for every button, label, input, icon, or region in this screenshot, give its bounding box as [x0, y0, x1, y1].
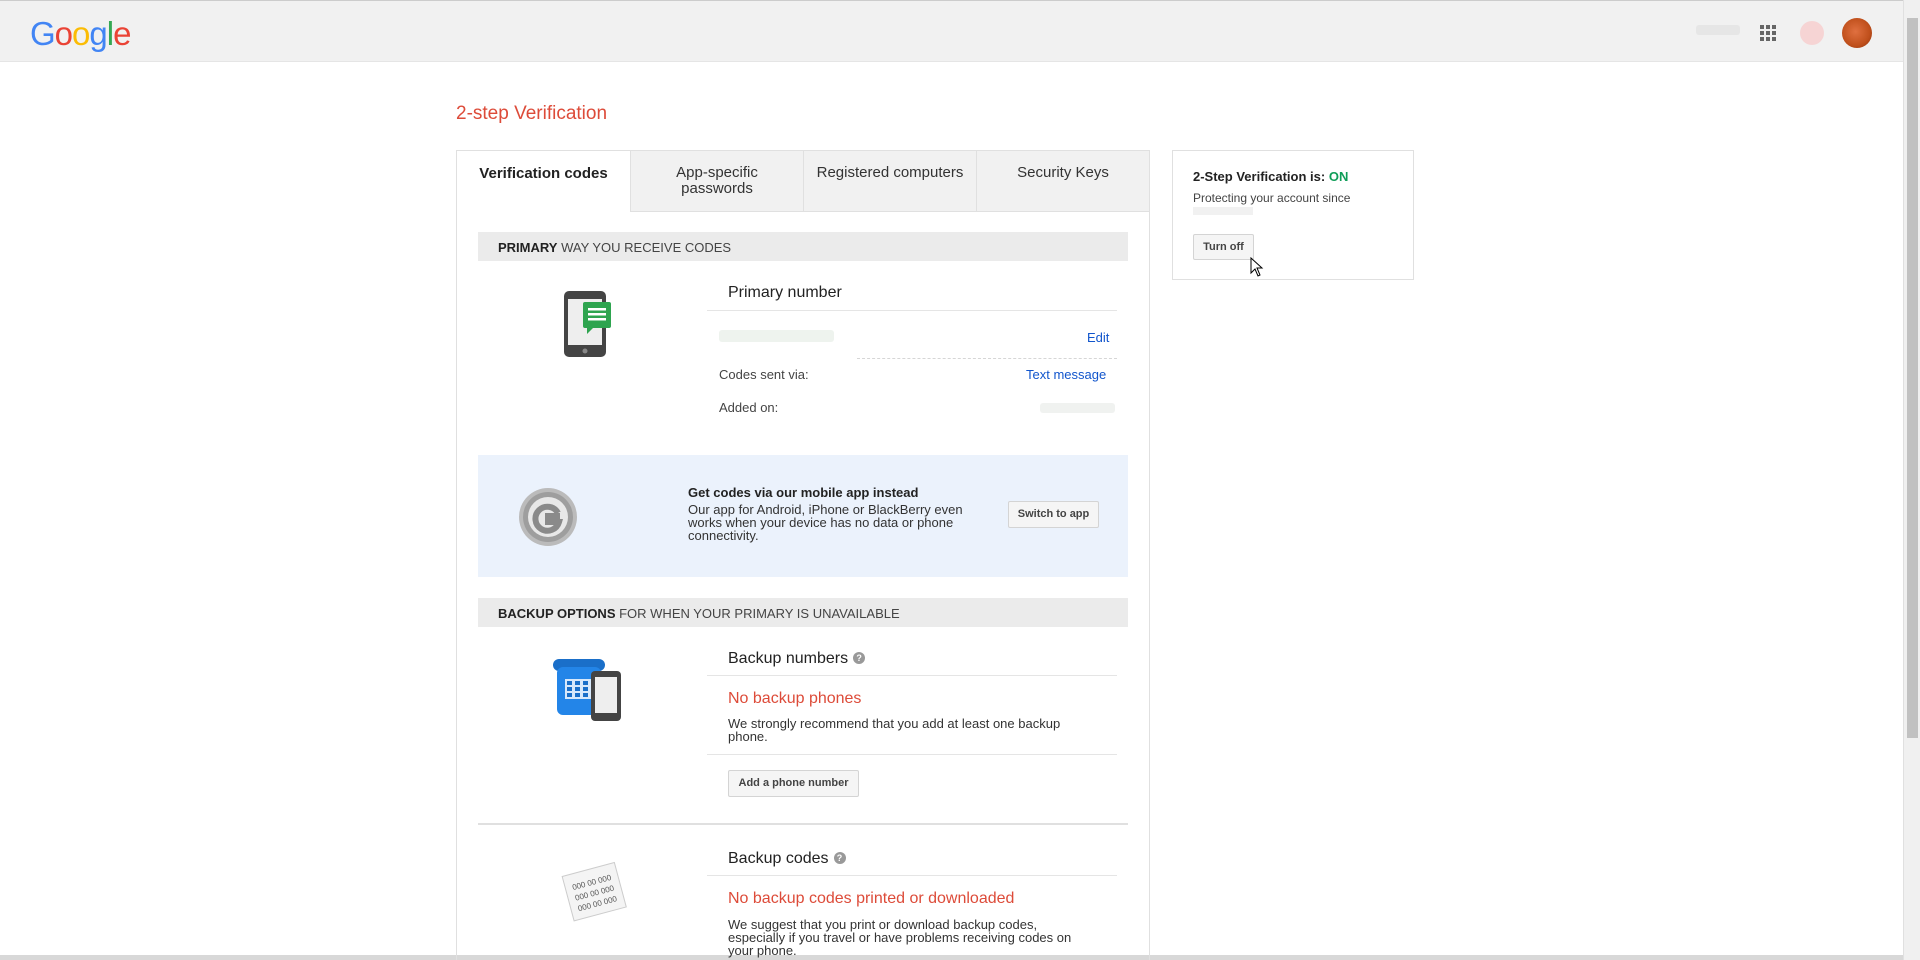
authenticator-icon	[519, 488, 577, 546]
dashed-divider	[857, 358, 1117, 359]
tab-verification-codes[interactable]: Verification codes	[457, 150, 630, 212]
google-logo[interactable]: Google	[30, 15, 131, 53]
backup-phone-recommendation: We strongly recommend that you add at le…	[728, 716, 1061, 744]
help-icon[interactable]: ?	[833, 852, 846, 864]
text-message-link[interactable]: Text message	[1026, 367, 1106, 382]
status-card: 2-Step Verification is: ON Protecting yo…	[1172, 150, 1414, 280]
add-phone-number-button[interactable]: Add a phone number	[728, 770, 859, 797]
backup-codes-label: Backup codes	[728, 850, 829, 867]
added-on-label: Added on:	[719, 400, 779, 415]
protecting-since: Protecting your account since	[1193, 191, 1351, 205]
tab-security-keys[interactable]: Security Keys	[976, 150, 1149, 212]
notifications-icon[interactable]	[1800, 21, 1824, 45]
avatar[interactable]	[1842, 18, 1872, 48]
divider	[707, 675, 1117, 676]
divider	[707, 310, 1117, 311]
logo-letter: o	[72, 15, 90, 52]
promo-description: Our app for Android, iPhone or BlackBerr…	[688, 502, 963, 543]
section-header-rest: FOR WHEN YOUR PRIMARY IS UNAVAILABLE	[615, 606, 900, 621]
scrollbar-thumb[interactable]	[1907, 18, 1918, 738]
added-on-date-redacted	[1040, 403, 1115, 413]
since-date-redacted	[1193, 207, 1253, 215]
switch-to-app-button[interactable]: Switch to app	[1008, 501, 1099, 528]
section-header-bold: BACKUP OPTIONS	[498, 606, 616, 621]
vertical-scrollbar[interactable]	[1903, 0, 1920, 960]
edit-link[interactable]: Edit	[1087, 330, 1109, 345]
section-header-rest: WAY YOU RECEIVE CODES	[557, 240, 732, 255]
logo-letter: o	[54, 15, 73, 52]
logo-letter: g	[89, 15, 107, 52]
tab-app-specific-passwords[interactable]: App-specific passwords	[630, 150, 803, 212]
apps-grid-icon[interactable]	[1760, 25, 1776, 41]
primary-section-header: PRIMARY WAY YOU RECEIVE CODES	[478, 232, 1128, 261]
divider	[707, 754, 1117, 755]
page-title: 2-step Verification	[456, 103, 608, 124]
status-label: 2-Step Verification is:	[1193, 169, 1329, 184]
mouse-cursor-icon	[1250, 257, 1264, 277]
tab-registered-computers[interactable]: Registered computers	[803, 150, 976, 212]
main-panel: Verification codes App-specific password…	[456, 150, 1150, 960]
divider	[707, 875, 1117, 876]
mobile-app-promo: Get codes via our mobile app instead Our…	[478, 455, 1128, 577]
logo-letter: e	[113, 15, 131, 52]
turn-off-button[interactable]: Turn off	[1193, 234, 1254, 260]
backup-numbers-title: Backup numbers?	[728, 650, 866, 668]
tab-bar: Verification codes App-specific password…	[457, 150, 1149, 212]
backup-numbers-label: Backup numbers	[728, 650, 849, 667]
smartphone-sms-icon	[564, 291, 611, 357]
phone-number-redacted	[719, 330, 834, 342]
backup-section-header: BACKUP OPTIONS FOR WHEN YOUR PRIMARY IS …	[478, 598, 1128, 627]
section-header-bold: PRIMARY	[498, 240, 558, 255]
status-value: ON	[1328, 169, 1349, 184]
no-backup-codes: No backup codes printed or downloaded	[728, 890, 1015, 907]
promo-title: Get codes via our mobile app instead	[688, 485, 919, 500]
backup-codes-icon: 000 00 000 000 00 000 000 00 000	[561, 861, 627, 922]
backup-codes-suggestion: We suggest that you print or download ba…	[728, 917, 1072, 958]
backup-codes-title: Backup codes?	[728, 850, 846, 868]
account-name-blurred	[1696, 25, 1740, 35]
logo-letter: G	[30, 15, 56, 52]
primary-number-title: Primary number	[728, 284, 842, 301]
help-icon[interactable]: ?	[853, 652, 866, 664]
section-separator	[478, 823, 1128, 825]
no-backup-phones: No backup phones	[728, 690, 862, 707]
top-bar: Google	[0, 0, 1903, 62]
status-line: 2-Step Verification is: ON	[1193, 169, 1348, 184]
desk-phone-icon	[553, 659, 621, 721]
codes-sent-label: Codes sent via:	[719, 367, 809, 382]
